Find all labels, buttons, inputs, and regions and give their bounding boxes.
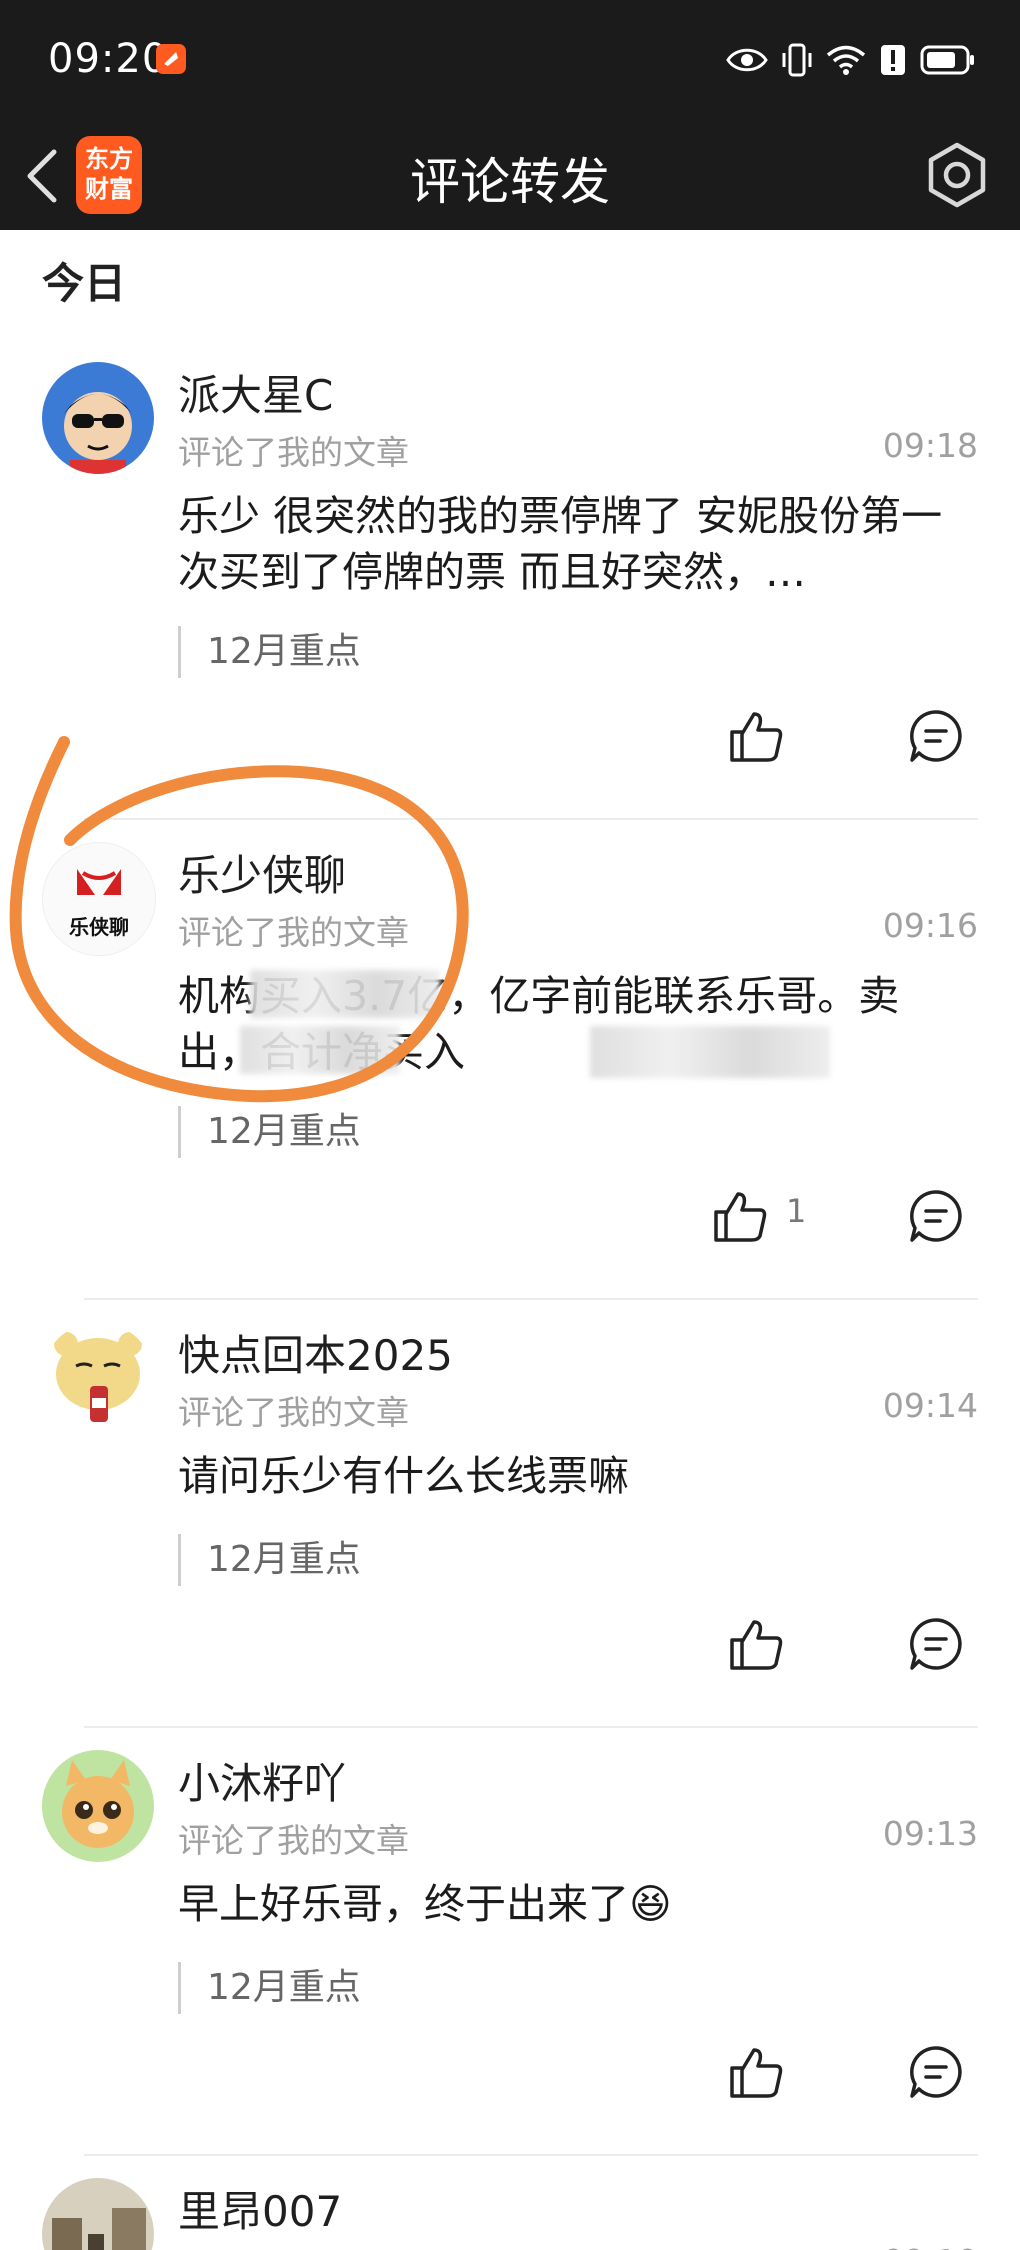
timestamp: 09:14 <box>882 1386 978 1425</box>
list-item[interactable]: 派大星C 评论了我的文章 09:18 乐少 很突然的我的票停牌了 安妮股份第一次… <box>0 340 1020 820</box>
status-bar: 09:20 <box>0 0 1020 120</box>
battery-icon <box>920 45 974 75</box>
status-icons <box>726 38 976 82</box>
reply-button[interactable] <box>908 1616 978 1686</box>
comment-text[interactable]: 乐少 很突然的我的票停牌了 安妮股份第一次买到了停牌的票 而且好突然，… <box>178 488 978 600</box>
comment-icon <box>910 1618 962 1670</box>
gear-icon <box>928 142 986 208</box>
alert-icon <box>881 45 905 75</box>
article-reference[interactable]: 12月重点 <box>178 1106 361 1158</box>
reply-button[interactable] <box>908 2044 978 2114</box>
like-button[interactable] <box>728 2044 798 2114</box>
list-item[interactable]: 里昂007 评论了我的文章 09:10 <box>0 2156 1020 2250</box>
action-text: 评论了我的文章 <box>178 433 409 472</box>
eye-icon <box>726 48 768 72</box>
nav-bar: 东方 财富 评论转发 <box>0 120 1020 230</box>
thumbs-up-icon <box>730 712 783 762</box>
avatar[interactable] <box>42 362 154 474</box>
action-text: 评论了我的文章 <box>178 913 409 952</box>
notification-app-icon <box>156 44 186 74</box>
timestamp: 09:13 <box>882 1814 978 1853</box>
thumbs-up-icon <box>730 1620 783 1670</box>
comment-icon <box>910 710 962 762</box>
comment-icon <box>910 1190 962 1242</box>
username[interactable]: 里昂007 <box>178 2178 342 2239</box>
comment-text[interactable]: 请问乐少有什么长线票嘛 <box>178 1448 978 1504</box>
article-reference[interactable]: 12月重点 <box>178 1534 361 1586</box>
avatar[interactable] <box>42 2178 154 2250</box>
comment-text[interactable]: 早上好乐哥，终于出来了😆 <box>178 1876 978 1932</box>
thumbs-up-icon <box>730 2048 783 2098</box>
action-text: 评论了我的文章 <box>178 2242 409 2250</box>
action-text: 评论了我的文章 <box>178 1821 409 1860</box>
like-button[interactable] <box>728 708 798 778</box>
blurred-region <box>590 1026 830 1078</box>
wifi-icon <box>826 45 866 75</box>
section-title-today: 今日 <box>42 259 127 308</box>
thumbs-up-icon <box>714 1192 767 1242</box>
timestamp: 09:10 <box>883 2242 978 2250</box>
comment-icon <box>910 2046 962 2098</box>
username[interactable]: 乐少侠聊 <box>178 842 346 903</box>
list-item[interactable]: 快点回本2025 评论了我的文章 09:14 请问乐少有什么长线票嘛 12月重点 <box>0 1300 1020 1780</box>
page-title: 评论转发 <box>410 153 610 211</box>
like-button[interactable] <box>728 1616 798 1686</box>
like-count: 1 <box>786 1192 807 1230</box>
timestamp: 09:18 <box>882 426 978 465</box>
blurred-region <box>240 1026 400 1074</box>
avatar[interactable] <box>42 1322 154 1434</box>
article-reference[interactable]: 12月重点 <box>178 626 361 678</box>
username[interactable]: 快点回本2025 <box>178 1322 453 1383</box>
avatar[interactable]: 乐侠聊 <box>42 842 156 956</box>
action-text: 评论了我的文章 <box>178 1393 409 1432</box>
reply-button[interactable] <box>908 1188 978 1258</box>
settings-button[interactable] <box>922 140 992 210</box>
username[interactable]: 派大星C <box>178 362 333 423</box>
avatar[interactable] <box>42 1750 154 1862</box>
username[interactable]: 小沐籽吖 <box>178 1750 346 1811</box>
reply-button[interactable] <box>908 708 978 778</box>
avatar-label: 乐侠聊 <box>69 915 129 939</box>
list-item[interactable]: 乐侠聊 乐少侠聊 评论了我的文章 09:16 机构买入3.7亿，亿字前能联系乐哥… <box>0 820 1020 1300</box>
article-reference[interactable]: 12月重点 <box>178 1962 361 2014</box>
status-time: 09:20 <box>48 36 169 82</box>
like-button[interactable] <box>712 1188 782 1258</box>
blurred-region <box>250 970 440 1018</box>
timestamp: 09:16 <box>882 906 978 945</box>
list-item[interactable]: 小沐籽吖 评论了我的文章 09:13 早上好乐哥，终于出来了😆 12月重点 <box>0 1728 1020 2208</box>
vibrate-icon <box>782 43 812 77</box>
